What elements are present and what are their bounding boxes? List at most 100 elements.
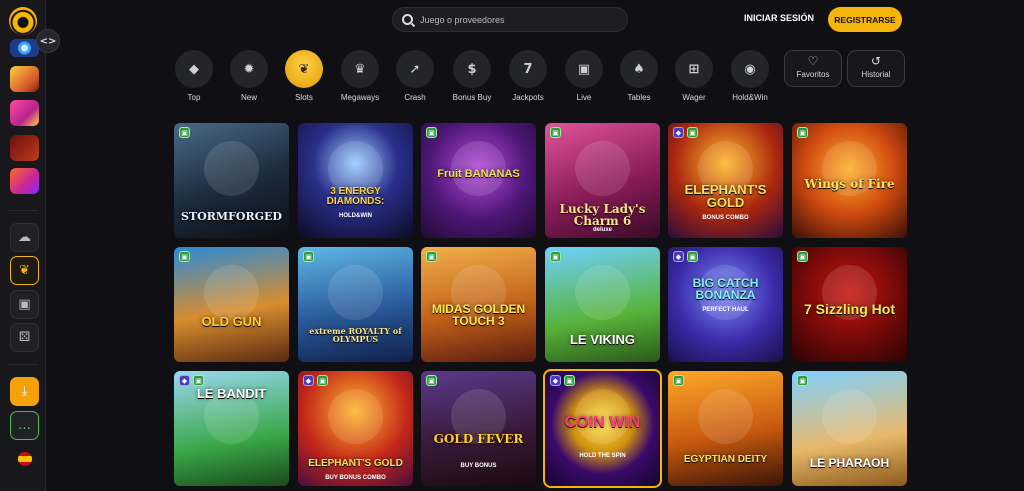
- game-title: GOLD FEVER: [433, 432, 524, 446]
- category-wager[interactable]: ⊞ Wager: [669, 50, 719, 102]
- dice-icon[interactable]: ⚄: [10, 323, 39, 352]
- game-title: ELEPHANT'S GOLD: [308, 458, 403, 469]
- game-title: Fruit BANANAS: [437, 168, 520, 180]
- game-tile[interactable]: 3 ENERGY DIAMONDS: HOLD&WIN: [298, 123, 413, 238]
- seven-icon: 7: [509, 50, 547, 88]
- promo-crown[interactable]: [10, 66, 39, 92]
- category-top[interactable]: ◆ Top: [169, 50, 219, 102]
- game-title: 3 ENERGY DIAMONDS:: [326, 186, 385, 207]
- favorites-label: Favoritos: [796, 70, 830, 79]
- promo-gift[interactable]: [10, 100, 39, 126]
- live-icon[interactable]: ▣: [10, 290, 39, 319]
- login-button[interactable]: INICIAR SESIÓN: [744, 13, 814, 23]
- game-artwork: [204, 141, 259, 196]
- game-badges: ◆ ▣: [303, 375, 328, 386]
- download-icon[interactable]: ⤓: [10, 377, 39, 406]
- gift-badge-icon: ▣: [550, 127, 561, 138]
- game-title: extreme ROYALTY of OLYMPUS: [309, 326, 402, 344]
- hold-win-icon: ◉: [731, 50, 769, 88]
- game-badges: ▣: [550, 127, 561, 138]
- game-badges: ◆ ▣: [673, 127, 698, 138]
- game-subtitle: PERFECT HAUL: [702, 307, 749, 313]
- game-artwork: [328, 265, 383, 320]
- promo-camera[interactable]: [10, 168, 39, 194]
- game-artwork: [328, 389, 383, 444]
- gift-badge-icon: ▣: [673, 375, 684, 386]
- category-tables[interactable]: ♠ Tables: [614, 50, 664, 102]
- game-subtitle: HOLD&WIN: [339, 213, 372, 219]
- crown-icon: ♛: [341, 50, 379, 88]
- category-label: Hold&Win: [732, 93, 768, 102]
- game-artwork: [204, 265, 259, 320]
- collapse-sidebar-icon[interactable]: <>: [36, 29, 60, 53]
- game-artwork: [575, 141, 630, 196]
- promo-seven[interactable]: [10, 135, 39, 161]
- favorites-button[interactable]: ♡ Favoritos: [784, 50, 842, 87]
- game-tile[interactable]: ▣ LE PHARAOH: [792, 371, 907, 486]
- logo[interactable]: [9, 7, 37, 35]
- game-tile[interactable]: ◆ ▣ ELEPHANT'S GOLD BUY BONUS COMBO: [298, 371, 413, 486]
- diamond-icon: ◆: [175, 50, 213, 88]
- game-tile[interactable]: ◆ ▣ ELEPHANT'S GOLD BONUS COMBO: [668, 123, 783, 238]
- gift-badge-icon: ▣: [550, 251, 561, 262]
- game-title: OLD GUN: [201, 314, 262, 329]
- diamond-badge-icon: ◆: [673, 251, 684, 262]
- category-jackpots[interactable]: 7 Jackpots: [503, 50, 553, 102]
- cherries-icon[interactable]: ❦: [10, 256, 39, 285]
- history-button[interactable]: ↺ Historial: [847, 50, 905, 87]
- promo-ring[interactable]: [10, 39, 39, 57]
- game-tile[interactable]: ▣ EGYPTIAN DEITY: [668, 371, 783, 486]
- game-tile[interactable]: ▣ STORMFORGED: [174, 123, 289, 238]
- search-input[interactable]: [420, 14, 620, 25]
- game-title: LE VIKING: [569, 332, 635, 347]
- game-badges: ▣: [550, 251, 561, 262]
- game-title: 7 Sizzling Hot: [804, 301, 895, 317]
- game-tile[interactable]: ▣ extreme ROYALTY of OLYMPUS: [298, 247, 413, 362]
- game-tile[interactable]: ▣ MIDAS GOLDEN TOUCH 3: [421, 247, 536, 362]
- diamond-badge-icon: ◆: [673, 127, 684, 138]
- game-badges: ▣: [797, 251, 808, 262]
- language-flag-es[interactable]: [18, 452, 32, 466]
- gift-badge-icon: ▣: [317, 375, 328, 386]
- game-title: LE BANDIT: [196, 386, 267, 401]
- game-tile[interactable]: ◆ ▣ COIN WIN HOLD THE SPIN: [543, 369, 662, 488]
- chat-icon[interactable]: …: [10, 411, 39, 440]
- game-artwork: [698, 389, 753, 444]
- category-bonus-buy[interactable]: $ Bonus Buy: [447, 50, 497, 102]
- game-title: BIG CATCH BONANZA: [692, 276, 759, 302]
- category-new[interactable]: ✹ New: [224, 50, 274, 102]
- game-tile[interactable]: ◆ ▣ BIG CATCH BONANZA PERFECT HAUL: [668, 247, 783, 362]
- divider: [8, 210, 38, 211]
- game-tile[interactable]: ◆ ▣ LE BANDIT: [174, 371, 289, 486]
- category-crash[interactable]: ➚ Crash: [390, 50, 440, 102]
- category-slots[interactable]: ❦ Slots: [279, 50, 329, 102]
- sidebar: ☁ ❦ ▣ ⚄ ⤓ …: [0, 0, 46, 491]
- game-artwork: [575, 265, 630, 320]
- game-tile[interactable]: ▣ Lucky Lady's Charm 6 deluxe: [545, 123, 660, 238]
- gift-badge-icon: ▣: [797, 127, 808, 138]
- register-button[interactable]: REGISTRARSE: [828, 7, 902, 32]
- category-megaways[interactable]: ♛ Megaways: [335, 50, 385, 102]
- category-live[interactable]: ▣ Live: [559, 50, 609, 102]
- cloud-icon[interactable]: ☁: [10, 223, 39, 252]
- gift-badge-icon: ▣: [303, 251, 314, 262]
- heart-icon: ♡: [807, 54, 819, 68]
- game-title: STORMFORGED: [181, 210, 282, 223]
- gift-badge-icon: ▣: [564, 375, 575, 386]
- game-tile[interactable]: ▣ 7 Sizzling Hot: [792, 247, 907, 362]
- game-tile[interactable]: ▣ OLD GUN: [174, 247, 289, 362]
- history-icon: ↺: [870, 54, 882, 68]
- game-tile[interactable]: ▣ Fruit BANANAS: [421, 123, 536, 238]
- game-badges: ▣: [179, 251, 190, 262]
- game-tile[interactable]: ▣ LE VIKING: [545, 247, 660, 362]
- category-label: Jackpots: [512, 93, 544, 102]
- category-label: Wager: [682, 93, 706, 102]
- search-bar[interactable]: [392, 7, 628, 32]
- gift-badge-icon: ▣: [426, 127, 437, 138]
- game-tile[interactable]: ▣ Wings of Fire: [792, 123, 907, 238]
- game-title: COIN WIN: [564, 414, 641, 431]
- category-hold-win[interactable]: ◉ Hold&Win: [725, 50, 775, 102]
- game-badges: ▣: [426, 127, 437, 138]
- game-tile[interactable]: ▣ GOLD FEVER BUY BONUS: [421, 371, 536, 486]
- game-badges: ▣: [426, 375, 437, 386]
